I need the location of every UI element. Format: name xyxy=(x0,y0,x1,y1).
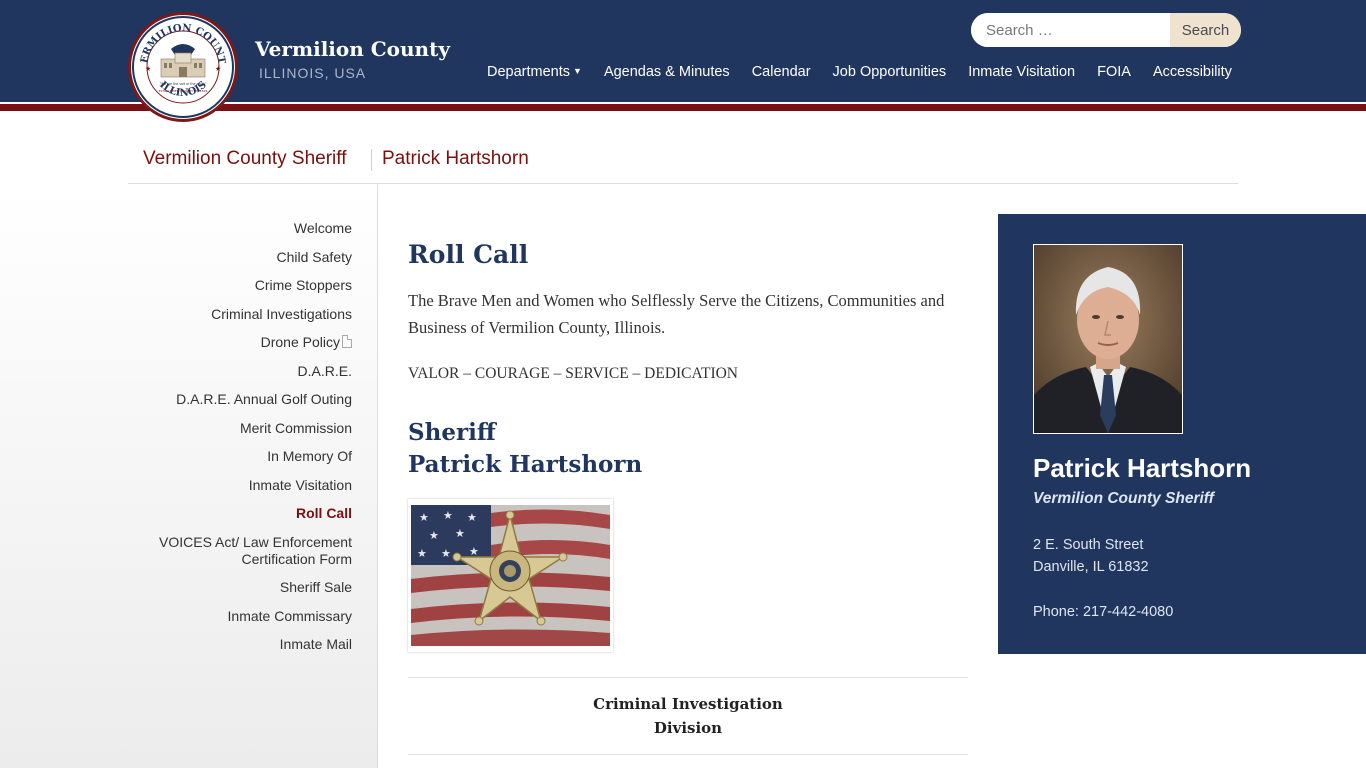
pdf-file-icon xyxy=(342,335,352,348)
nav-calendar[interactable]: Calendar xyxy=(752,64,811,84)
division-line2: Division xyxy=(653,719,723,737)
page-title: Roll Call xyxy=(408,240,529,269)
sheriff-badge-on-flag-icon: ★ ★ ★ ★ ★ ★ ★ ★ xyxy=(411,505,610,646)
address-line2: Danville, IL 61832 xyxy=(1033,559,1149,575)
sidebar-item-inmate-visitation[interactable]: Inmate Visitation xyxy=(122,477,352,494)
search-input[interactable] xyxy=(971,13,1170,47)
search-form: Search xyxy=(971,13,1241,47)
county-seal-icon: VERMILION COUNTY ILLINOIS "We are the sa… xyxy=(126,7,234,118)
motto-text: VALOR – COURAGE – SERVICE – DEDICATION xyxy=(408,365,739,382)
breadcrumb: Vermilion County Sheriff Patrick Hartsho… xyxy=(128,148,1238,184)
svg-text:★: ★ xyxy=(443,509,453,522)
nav-departments-label: Departments xyxy=(487,64,571,80)
nav-foia[interactable]: FOIA xyxy=(1097,64,1131,84)
svg-text:★: ★ xyxy=(441,547,451,560)
sheriff-heading: Sheriff Patrick Hartshorn xyxy=(408,417,968,481)
division-line1: Criminal Investigation xyxy=(593,695,783,713)
svg-text:ESTABLISHED JANUARY 18, 1826: ESTABLISHED JANUARY 18, 1826 xyxy=(159,89,208,93)
sidebar-item-inmate-mail[interactable]: Inmate Mail xyxy=(122,636,352,653)
sidebar-item-dare-golf-outing[interactable]: D.A.R.E. Annual Golf Outing xyxy=(122,391,352,408)
sidebar-item-merit-commission[interactable]: Merit Commission xyxy=(122,420,352,437)
sidebar-divider xyxy=(377,184,378,768)
svg-text:★: ★ xyxy=(429,529,439,542)
division-heading: Criminal Investigation Division xyxy=(408,677,968,755)
site-title[interactable]: Vermilion County xyxy=(255,37,450,61)
badge-image: ★ ★ ★ ★ ★ ★ ★ ★ xyxy=(408,499,613,652)
sheriff-address: 2 E. South Street Danville, IL 61832 xyxy=(1033,534,1149,578)
svg-text:★: ★ xyxy=(455,527,465,540)
breadcrumb-current[interactable]: Patrick Hartshorn xyxy=(382,148,529,170)
intro-text: The Brave Men and Women who Selflessly S… xyxy=(408,291,945,337)
sidebar-nav: Welcome Child Safety Crime Stoppers Crim… xyxy=(122,220,352,665)
sheriff-contact-card: Patrick Hartshorn Vermilion County Sheri… xyxy=(998,214,1366,654)
nav-departments[interactable]: Departments ▼ xyxy=(487,64,582,84)
main-nav: Departments ▼ Agendas & Minutes Calendar … xyxy=(487,64,1232,84)
county-seal-logo[interactable]: VERMILION COUNTY ILLINOIS "We are the sa… xyxy=(126,7,238,122)
address-line1: 2 E. South Street xyxy=(1033,537,1144,553)
site-subtitle: ILLINOIS, USA xyxy=(259,65,367,81)
sheriff-title: Vermilion County Sheriff xyxy=(1033,490,1214,507)
svg-text:★: ★ xyxy=(467,511,477,524)
svg-text:★: ★ xyxy=(469,545,479,558)
sheriff-portrait xyxy=(1033,244,1183,434)
nav-accessibility[interactable]: Accessibility xyxy=(1153,64,1232,84)
person-portrait-icon xyxy=(1034,245,1182,433)
breadcrumb-parent[interactable]: Vermilion County Sheriff xyxy=(143,148,346,170)
sidebar-item-in-memory-of[interactable]: In Memory Of xyxy=(122,448,352,465)
svg-text:★: ★ xyxy=(417,547,427,560)
svg-text:★: ★ xyxy=(215,65,221,73)
sidebar-item-drone-policy[interactable]: Drone Policy xyxy=(122,334,352,351)
search-button[interactable]: Search xyxy=(1170,13,1241,47)
sidebar-item-welcome[interactable]: Welcome xyxy=(122,220,352,237)
sheriff-phone[interactable]: Phone: 217-442-4080 xyxy=(1033,604,1173,620)
svg-text:"We are the salt of the earth": "We are the salt of the earth" xyxy=(160,82,207,86)
sheriff-name: Patrick Hartshorn xyxy=(1033,453,1252,483)
sidebar-item-criminal-investigations[interactable]: Criminal Investigations xyxy=(122,306,352,323)
sidebar-item-crime-stoppers[interactable]: Crime Stoppers xyxy=(122,277,352,294)
main-content: Roll Call The Brave Men and Women who Se… xyxy=(408,240,968,755)
caret-down-icon: ▼ xyxy=(573,66,582,76)
sidebar-item-voices-act[interactable]: VOICES Act/ Law Enforcement Certificatio… xyxy=(122,534,352,568)
sidebar-item-dare[interactable]: D.A.R.E. xyxy=(122,363,352,380)
svg-text:★: ★ xyxy=(145,65,151,73)
sheriff-heading-line1: Sheriff xyxy=(408,419,496,446)
svg-text:★: ★ xyxy=(419,511,429,524)
sidebar-item-inmate-commissary[interactable]: Inmate Commissary xyxy=(122,608,352,625)
nav-job-opportunities[interactable]: Job Opportunities xyxy=(833,64,947,84)
sidebar-item-roll-call[interactable]: Roll Call xyxy=(122,505,352,522)
sidebar-item-sheriff-sale[interactable]: Sheriff Sale xyxy=(122,579,352,596)
sidebar-item-label: Drone Policy xyxy=(260,334,340,350)
breadcrumb-separator xyxy=(371,149,372,171)
nav-inmate-visitation[interactable]: Inmate Visitation xyxy=(968,64,1075,84)
nav-agendas-minutes[interactable]: Agendas & Minutes xyxy=(604,64,730,84)
sheriff-heading-line2: Patrick Hartshorn xyxy=(408,451,643,478)
sidebar-item-child-safety[interactable]: Child Safety xyxy=(122,249,352,266)
